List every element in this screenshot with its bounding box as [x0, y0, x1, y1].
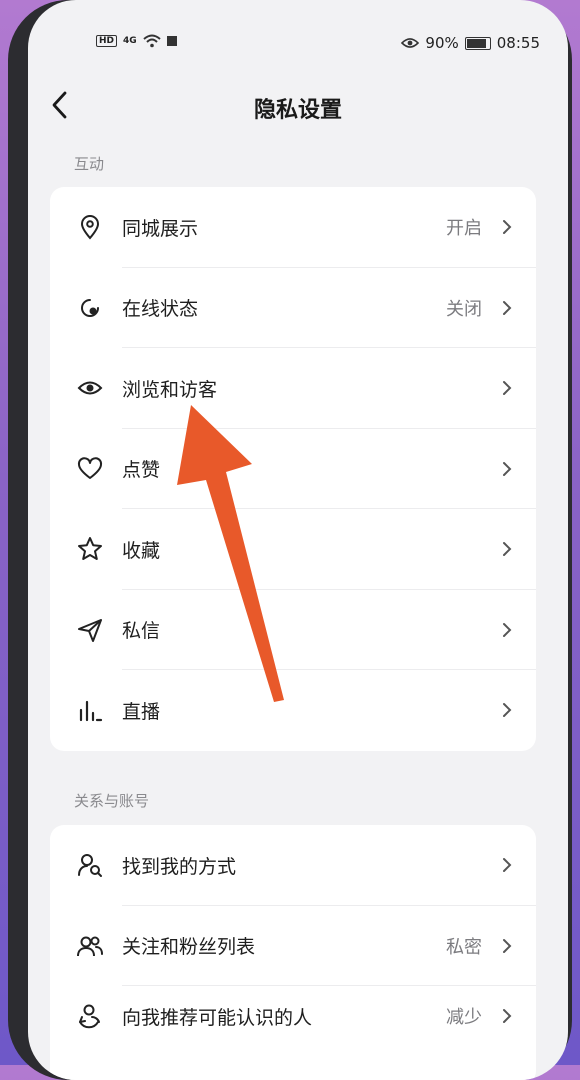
list-item-value: 开启 [446, 218, 482, 240]
list-item-label: 找到我的方式 [122, 855, 237, 878]
list-item-value: 关闭 [446, 298, 482, 320]
list-item-label: 私信 [122, 620, 161, 643]
chevron-right-icon [503, 703, 512, 718]
list-item-value: 减少 [446, 1007, 482, 1028]
phone-frame: HD 4G 90% 08:55 隐私设置 互动 同城展示 开启 在线状态 关闭 … [8, 0, 572, 1080]
online-status-icon [81, 298, 99, 317]
list-item-follow-list[interactable]: 关注和粉丝列表 私密 [50, 906, 536, 986]
list-item-find-me[interactable]: 找到我的方式 [50, 825, 536, 906]
heart-icon [77, 456, 103, 479]
list-item-label: 收藏 [122, 539, 161, 562]
chevron-right-icon [503, 300, 512, 315]
chevron-right-icon [503, 1009, 512, 1023]
status-bar: HD 4G 90% 08:55 [28, 34, 568, 58]
hd-badge: HD [96, 35, 118, 47]
list-item-likes[interactable]: 点赞 [50, 429, 536, 509]
wifi-icon [143, 34, 161, 48]
status-time: 08:55 [496, 34, 540, 52]
interaction-card: 同城展示 开启 在线状态 关闭 浏览和访客 点赞 收藏 私信 直播 [50, 187, 536, 751]
list-item-live[interactable]: 直播 [50, 670, 536, 751]
chevron-right-icon [503, 220, 512, 235]
battery-percent: 90% [425, 34, 459, 52]
location-pin-icon [80, 215, 100, 240]
chevron-right-icon [503, 461, 512, 476]
signal-label: 4G [123, 36, 137, 46]
list-item-label: 关注和粉丝列表 [122, 936, 256, 959]
relations-card: 找到我的方式 关注和粉丝列表 私密 向我推荐可能认识的人 减少 [50, 825, 536, 1080]
list-item-messages[interactable]: 私信 [50, 590, 536, 670]
list-item-label: 浏览和访客 [122, 378, 218, 401]
nav-bar: 隐私设置 [28, 80, 568, 130]
users-icon [77, 936, 103, 956]
list-item-recommend-people[interactable]: 向我推荐可能认识的人 减少 [50, 986, 536, 1046]
list-item-favorites[interactable]: 收藏 [50, 509, 536, 590]
list-item-label: 同城展示 [122, 217, 199, 240]
bar-chart-icon [79, 701, 103, 722]
section-title-interaction: 互动 [74, 155, 105, 173]
chevron-right-icon [503, 858, 512, 873]
star-icon [78, 537, 102, 561]
list-item-nearby[interactable]: 同城展示 开启 [50, 187, 536, 268]
list-item-label: 在线状态 [122, 298, 199, 321]
list-item-browse-visitors[interactable]: 浏览和访客 [50, 348, 536, 429]
chevron-right-icon [503, 542, 512, 557]
battery-icon [464, 36, 491, 50]
chevron-right-icon [503, 938, 512, 953]
phone-screen: HD 4G 90% 08:55 隐私设置 互动 同城展示 开启 在线状态 关闭 … [28, 0, 568, 1080]
chevron-right-icon [503, 622, 512, 637]
eye-comfort-icon [401, 38, 420, 48]
notification-icon [166, 36, 177, 46]
eye-icon [77, 381, 103, 395]
user-search-icon [78, 854, 102, 878]
chevron-right-icon [503, 381, 512, 396]
list-item-label: 向我推荐可能认识的人 [122, 1006, 313, 1029]
list-item-value: 私密 [446, 936, 482, 958]
list-item-online-status[interactable]: 在线状态 关闭 [50, 268, 536, 348]
section-title-relations: 关系与账号 [74, 792, 150, 810]
list-item-label: 直播 [122, 700, 161, 723]
paper-plane-icon [78, 618, 102, 642]
recommend-people-icon [79, 1004, 100, 1029]
list-item-label: 点赞 [122, 459, 161, 482]
page-title: 隐私设置 [253, 98, 342, 123]
